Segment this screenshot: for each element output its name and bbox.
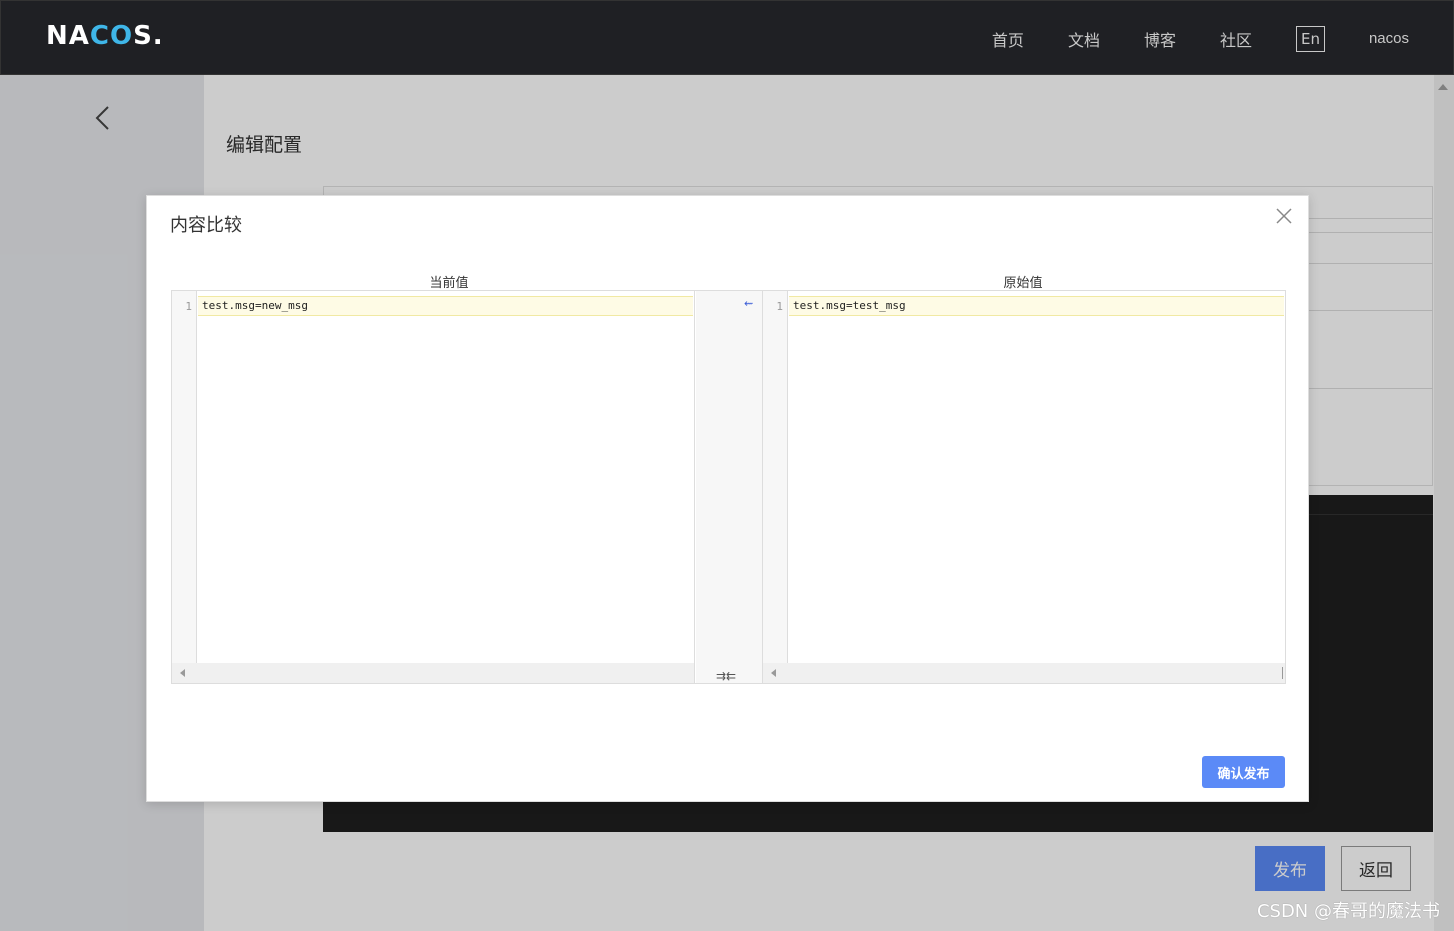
diff-line[interactable]: test.msg=new_msg bbox=[198, 296, 693, 316]
logo-text: NA bbox=[46, 21, 90, 51]
code-text[interactable]: test.msg=new_msg bbox=[202, 299, 308, 312]
watermark: CSDN @春哥的魔法书 bbox=[1256, 901, 1440, 922]
nav-docs[interactable]: 文档 bbox=[1068, 27, 1100, 51]
nacos-logo[interactable]: NACOS. bbox=[46, 21, 164, 51]
language-switch[interactable]: En bbox=[1295, 25, 1325, 52]
line-gutter: 1 bbox=[763, 291, 788, 663]
current-value-pane[interactable]: 1 test.msg=new_msg bbox=[172, 291, 695, 683]
main-nav: 首页 文档 博客 社区 En nacos bbox=[992, 1, 1453, 76]
scroll-right-edge bbox=[1282, 667, 1283, 679]
original-value-label: 原始值 bbox=[1003, 276, 1043, 291]
revert-arrow-icon[interactable]: ⇜ bbox=[744, 297, 753, 310]
horizontal-scrollbar[interactable] bbox=[172, 663, 694, 683]
user-menu[interactable]: nacos bbox=[1369, 30, 1409, 47]
current-value-label: 当前值 bbox=[429, 276, 469, 291]
code-text[interactable]: test.msg=test_msg bbox=[793, 299, 906, 312]
logo-text-accent: CO bbox=[89, 21, 134, 51]
scroll-left-arrow-icon[interactable] bbox=[771, 669, 776, 677]
diff-view: 1 test.msg=new_msg ⇜ ⇉⇇ 1 test.msg=test_… bbox=[171, 290, 1286, 684]
line-gutter: 1 bbox=[172, 291, 197, 663]
logo-text-end: S. bbox=[133, 21, 164, 51]
align-swap-icon[interactable]: ⇉⇇ bbox=[716, 669, 736, 683]
nav-home[interactable]: 首页 bbox=[992, 27, 1024, 51]
diff-line[interactable]: test.msg=test_msg bbox=[789, 296, 1284, 316]
top-navbar: NACOS. 首页 文档 博客 社区 En nacos bbox=[0, 0, 1454, 75]
horizontal-scrollbar[interactable] bbox=[763, 663, 1285, 683]
compare-dialog: 内容比较 当前值 原始值 1 test.msg=new_msg ⇜ ⇉⇇ 1 t… bbox=[146, 195, 1309, 802]
line-number: 1 bbox=[776, 300, 783, 313]
close-icon[interactable] bbox=[1274, 206, 1294, 226]
dialog-title: 内容比较 bbox=[170, 215, 242, 236]
nav-community[interactable]: 社区 bbox=[1220, 27, 1252, 51]
confirm-publish-button[interactable]: 确认发布 bbox=[1202, 756, 1285, 788]
original-value-pane[interactable]: 1 test.msg=test_msg bbox=[762, 291, 1285, 683]
merge-gap: ⇜ ⇉⇇ bbox=[696, 291, 762, 683]
nav-blog[interactable]: 博客 bbox=[1144, 27, 1176, 51]
line-number: 1 bbox=[185, 300, 192, 313]
scroll-left-arrow-icon[interactable] bbox=[180, 669, 185, 677]
